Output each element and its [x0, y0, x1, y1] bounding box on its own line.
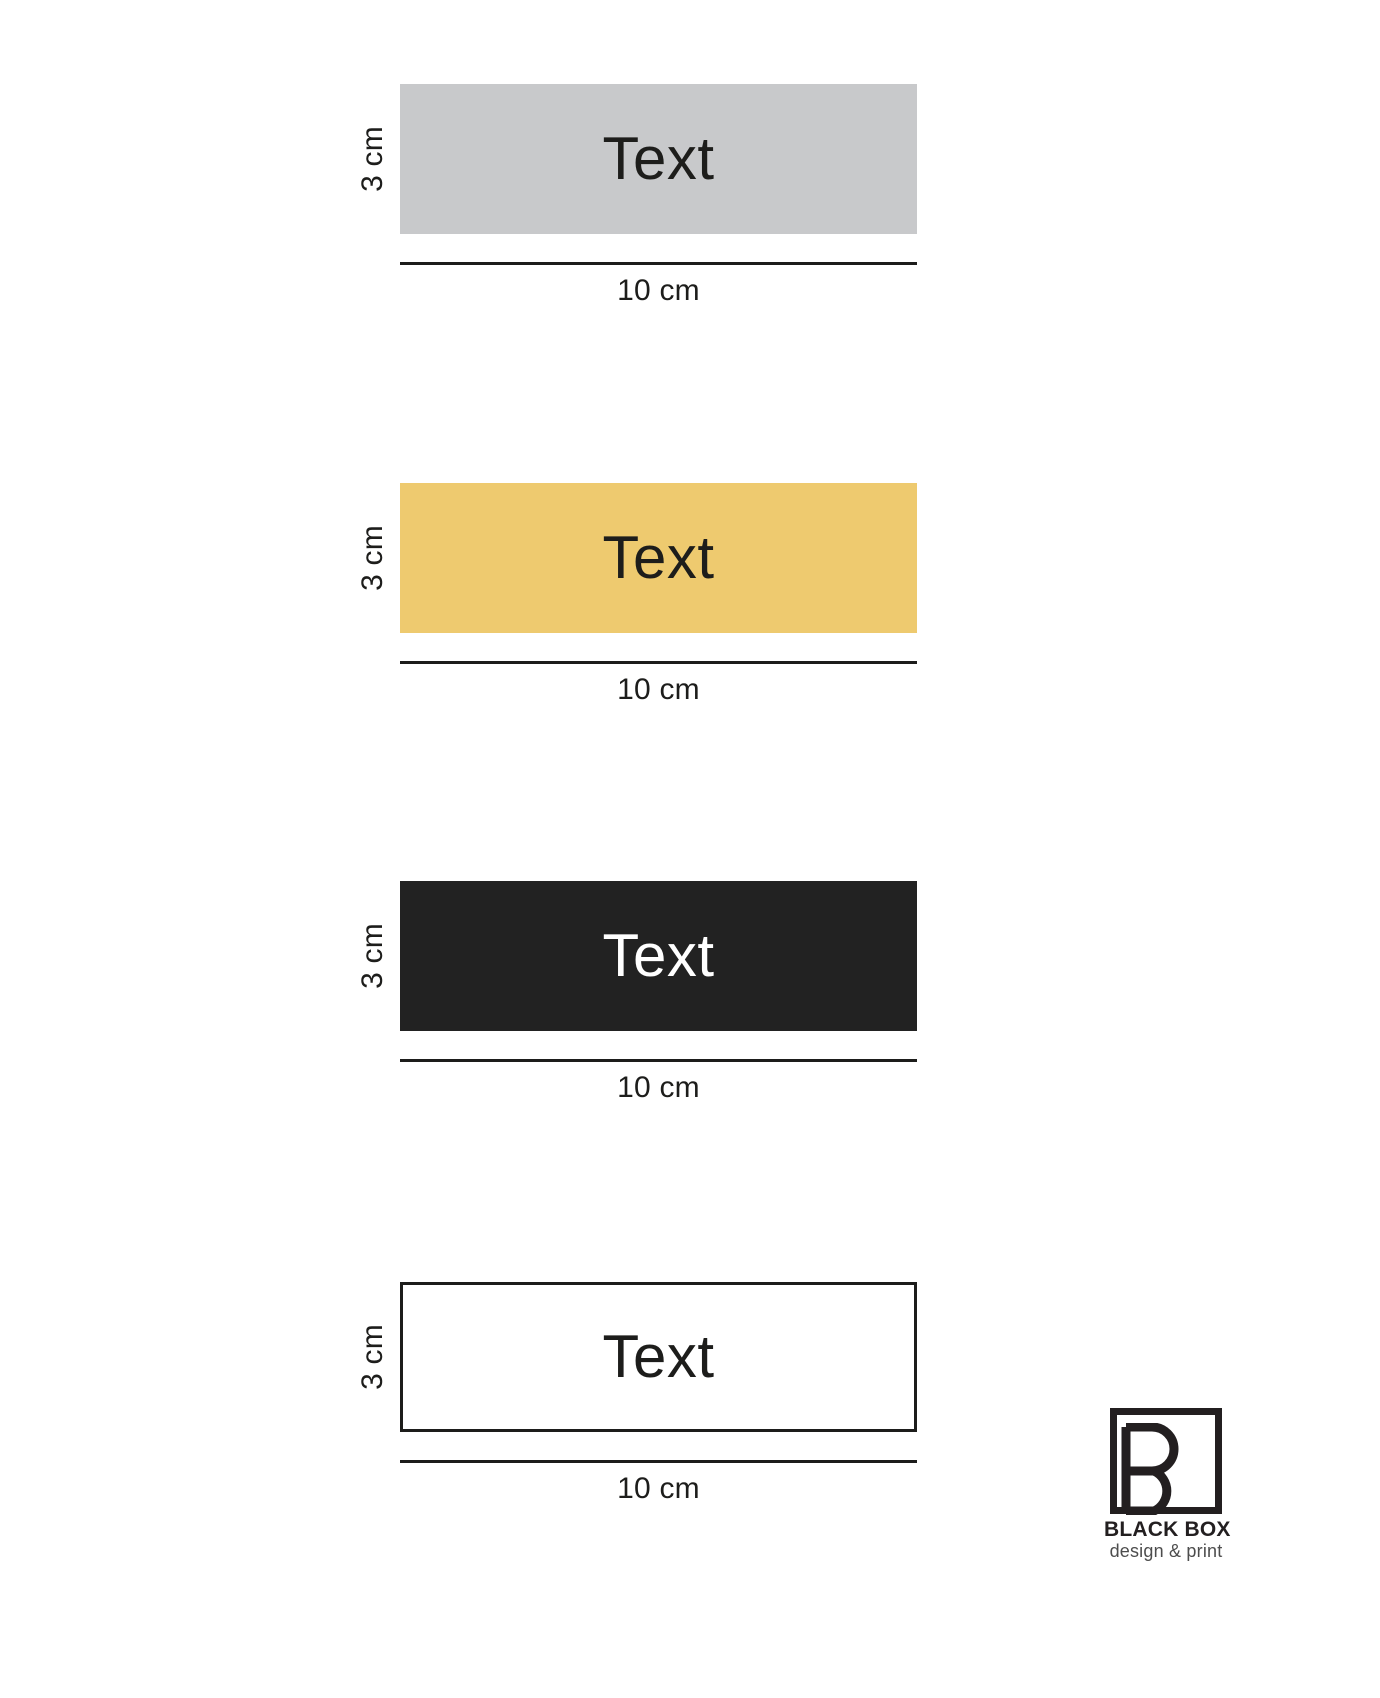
logo-tagline: design & print	[1109, 1541, 1223, 1561]
logo-b-letter-icon	[1121, 1423, 1179, 1515]
width-dimension-label-white: 10 cm	[617, 1472, 700, 1505]
height-dimension-label-gray: 3 cm	[356, 84, 390, 234]
width-dimension-line-black	[400, 1059, 917, 1062]
height-dimension-label-white: 3 cm	[356, 1282, 390, 1432]
width-dimension-line-gold	[400, 661, 917, 664]
height-dimension-text: 3 cm	[356, 923, 389, 989]
specimen-inner: 3 cm Text 10 cm	[340, 881, 940, 1121]
width-dimension-label-gray: 10 cm	[617, 274, 700, 307]
sign-rectangle-gray[interactable]: Text	[400, 84, 917, 234]
sign-text-gray: Text	[602, 125, 715, 192]
specimen-row-gray: 3 cm Text 10 cm	[0, 84, 1380, 324]
sign-text-black: Text	[602, 922, 715, 989]
height-dimension-text: 3 cm	[356, 525, 389, 591]
sign-rectangle-gold[interactable]: Text	[400, 483, 917, 633]
width-dimension-line-gray	[400, 262, 917, 265]
brand-logo: BLACK BOX design & print	[1104, 1408, 1344, 1668]
sign-text-white: Text	[602, 1323, 715, 1390]
width-dimension-label-black: 10 cm	[617, 1071, 700, 1104]
specimen-inner: 3 cm Text 10 cm	[340, 483, 940, 723]
sign-rectangle-white[interactable]: Text	[400, 1282, 917, 1432]
height-dimension-text: 3 cm	[356, 126, 389, 192]
specimen-row-gold: 3 cm Text 10 cm	[0, 483, 1380, 723]
width-dimension-line-white	[400, 1460, 917, 1463]
sign-rectangle-black[interactable]: Text	[400, 881, 917, 1031]
sign-text-gold: Text	[602, 524, 715, 591]
height-dimension-label-black: 3 cm	[356, 881, 390, 1031]
specimen-inner: 3 cm Text 10 cm	[340, 84, 940, 324]
specimen-inner: 3 cm Text 10 cm	[340, 1282, 940, 1522]
height-dimension-text: 3 cm	[356, 1324, 389, 1390]
width-dimension-label-gold: 10 cm	[617, 673, 700, 706]
logo-brand-name: BLACK BOX	[1104, 1518, 1231, 1541]
specimen-sheet: 3 cm Text 10 cm 3 cm Text 10 cm 3 cm Tex…	[0, 0, 1380, 1698]
black-box-square-icon	[1110, 1408, 1222, 1515]
height-dimension-label-gold: 3 cm	[356, 483, 390, 633]
specimen-row-black: 3 cm Text 10 cm	[0, 881, 1380, 1121]
